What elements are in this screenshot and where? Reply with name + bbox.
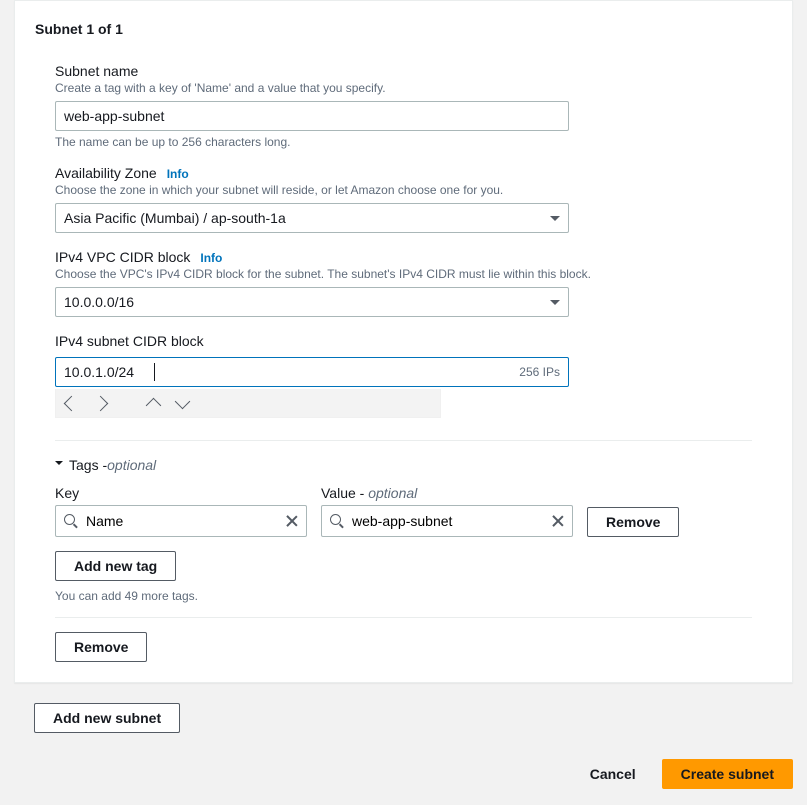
chevron-down-icon — [550, 216, 560, 221]
tag-value-input-field[interactable] — [352, 513, 544, 529]
tag-limit-text: You can add 49 more tags. — [55, 589, 752, 603]
add-tag-button[interactable]: Add new tag — [55, 551, 176, 581]
cidr-next-icon[interactable] — [93, 395, 109, 411]
subnet-cidr-input-field[interactable] — [64, 364, 154, 380]
tags-header-text: Tags - — [69, 457, 107, 473]
az-select[interactable]: Asia Pacific (Mumbai) / ap-south-1a — [55, 203, 569, 233]
clear-icon[interactable] — [552, 515, 564, 527]
tag-value-label: Value - — [321, 485, 368, 501]
cidr-decrease-icon[interactable] — [175, 393, 191, 409]
subnet-cidr-label: IPv4 subnet CIDR block — [55, 333, 772, 351]
search-icon — [330, 514, 344, 528]
cancel-button[interactable]: Cancel — [572, 759, 654, 789]
az-label: Availability Zone — [55, 165, 157, 183]
subnet-cidr-ip-count: 256 IPs — [519, 365, 560, 379]
create-subnet-button[interactable]: Create subnet — [662, 759, 793, 789]
subnet-name-input-field[interactable] — [64, 108, 560, 124]
subnet-name-label: Subnet name — [55, 63, 772, 81]
vpc-cidr-hint: Choose the VPC's IPv4 CIDR block for the… — [55, 267, 772, 281]
subnet-cidr-input[interactable]: 256 IPs — [55, 357, 569, 387]
section-title: Subnet 1 of 1 — [35, 1, 772, 47]
tag-value-optional: optional — [368, 485, 417, 501]
vpc-cidr-info-link[interactable]: Info — [200, 251, 222, 265]
cidr-increase-icon[interactable] — [146, 397, 162, 413]
vpc-cidr-select[interactable]: 10.0.0.0/16 — [55, 287, 569, 317]
vpc-cidr-label: IPv4 VPC CIDR block — [55, 249, 190, 267]
caret-down-icon — [55, 461, 63, 465]
subnet-name-input[interactable] — [55, 101, 569, 131]
az-info-link[interactable]: Info — [167, 167, 189, 181]
tag-key-input[interactable] — [55, 505, 307, 537]
add-subnet-button[interactable]: Add new subnet — [34, 703, 180, 733]
chevron-down-icon — [550, 300, 560, 305]
subnet-name-hint: Create a tag with a key of 'Name' and a … — [55, 81, 772, 95]
cidr-prev-icon[interactable] — [64, 395, 80, 411]
subnet-remove-button[interactable]: Remove — [55, 632, 147, 662]
tags-header-optional: optional — [107, 457, 156, 473]
az-hint: Choose the zone in which your subnet wil… — [55, 183, 772, 197]
vpc-cidr-selected-value: 10.0.0.0/16 — [64, 294, 134, 310]
tag-key-input-field[interactable] — [86, 513, 278, 529]
clear-icon[interactable] — [286, 515, 298, 527]
subnet-name-after-hint: The name can be up to 256 characters lon… — [55, 135, 772, 149]
az-selected-value: Asia Pacific (Mumbai) / ap-south-1a — [64, 210, 286, 226]
tag-value-input[interactable] — [321, 505, 573, 537]
tag-key-label: Key — [55, 485, 307, 505]
text-cursor — [154, 363, 155, 381]
tag-remove-button[interactable]: Remove — [587, 507, 679, 537]
tags-toggle[interactable]: Tags - optional — [55, 457, 752, 473]
cidr-stepper-toolbar — [55, 389, 441, 418]
search-icon — [64, 514, 78, 528]
